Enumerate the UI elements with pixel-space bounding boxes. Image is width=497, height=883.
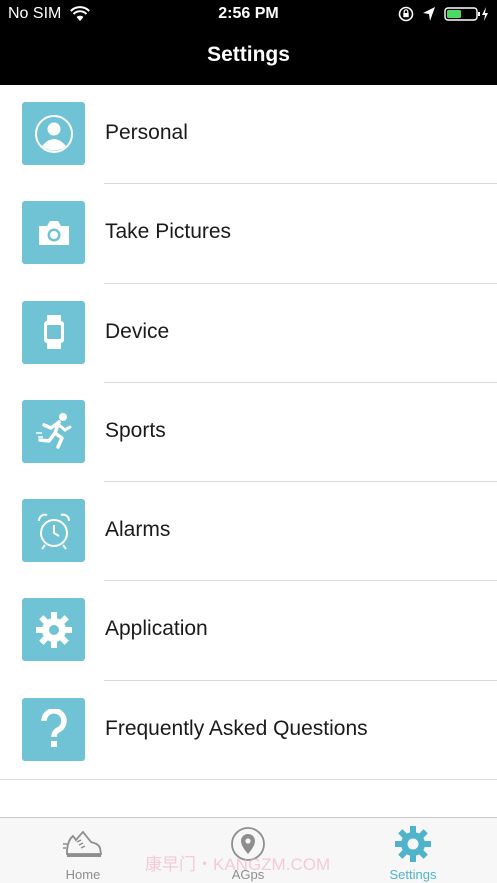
battery-icon: [444, 7, 488, 21]
settings-item-label: Alarms: [105, 518, 171, 542]
settings-item-application[interactable]: Application: [0, 581, 497, 681]
gear-icon: [395, 826, 431, 862]
tab-settings[interactable]: Settings: [330, 818, 496, 883]
personal-icon-tile: [22, 102, 85, 165]
running-icon: [35, 413, 71, 450]
settings-item-sports[interactable]: Sports: [0, 383, 497, 483]
top-bar: No SIM 2:56 PM Settings: [0, 0, 497, 85]
watermark-text: 康早门・KANGZM.COM: [145, 855, 331, 874]
faq-icon-tile: [22, 697, 85, 761]
settings-item-label: Personal: [105, 121, 188, 144]
gear-icon: [35, 611, 72, 648]
page-title: Settings: [207, 43, 290, 66]
rotation-lock-icon: [398, 6, 414, 22]
shoe-icon: [63, 830, 103, 857]
settings-item-device[interactable]: Device: [0, 284, 497, 383]
settings-item-faq[interactable]: Frequently Asked Questions: [0, 681, 497, 781]
device-icon-tile: [22, 300, 85, 364]
sports-icon-tile: [22, 399, 85, 463]
application-icon-tile: [22, 598, 85, 662]
settings-list: Personal Take Pictures Device Sports Ala…: [0, 85, 497, 781]
tab-home[interactable]: Home: [0, 818, 166, 883]
settings-item-personal[interactable]: Personal: [0, 85, 497, 185]
settings-item-label: Take Pictures: [105, 220, 232, 244]
settings-item-label: Frequently Asked Questions: [105, 716, 368, 740]
question-mark-icon: [40, 709, 67, 748]
take-pictures-icon-tile: [22, 201, 85, 265]
person-icon: [34, 114, 73, 153]
status-bar: No SIM 2:56 PM: [0, 0, 497, 30]
camera-icon: [38, 220, 69, 245]
screen: No SIM 2:56 PM Settings Personal Take Pi…: [0, 0, 497, 883]
tab-label: Home: [65, 867, 101, 882]
settings-item-take-pictures[interactable]: Take Pictures: [0, 184, 497, 284]
tab-label: Settings: [389, 867, 437, 882]
location-arrow-icon: [423, 7, 435, 21]
settings-item-label: Sports: [105, 418, 166, 442]
settings-item-label: Application: [105, 617, 208, 641]
alarms-icon-tile: [22, 499, 85, 563]
alarm-clock-icon: [37, 513, 70, 550]
watch-icon: [43, 315, 64, 350]
divider: [0, 779, 497, 781]
settings-item-alarms[interactable]: Alarms: [0, 482, 497, 582]
settings-item-label: Device: [105, 319, 170, 343]
